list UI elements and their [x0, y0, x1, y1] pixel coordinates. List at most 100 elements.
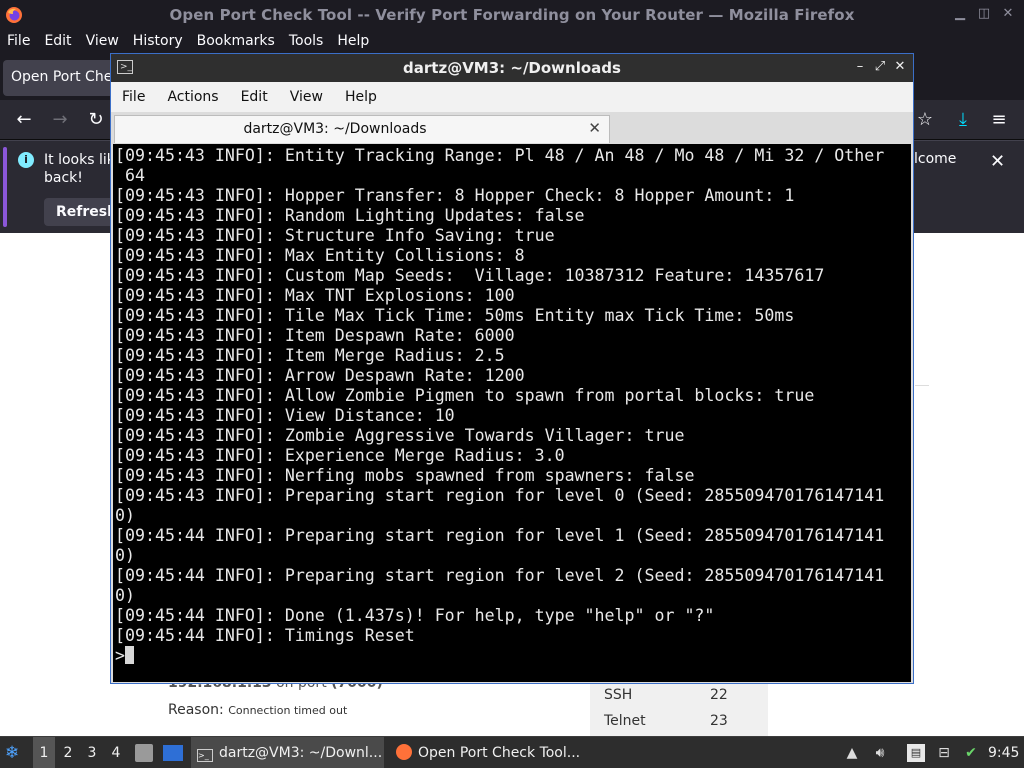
prompt: >	[115, 646, 125, 665]
menu-view[interactable]: View	[86, 33, 119, 49]
terminal-output[interactable]: [09:45:43 INFO]: Entity Tracking Range: …	[113, 144, 911, 682]
workspace-4[interactable]: 4	[105, 737, 127, 768]
terminal-line: 64	[115, 166, 145, 185]
terminal-line: [09:45:43 INFO]: Entity Tracking Range: …	[115, 146, 885, 165]
notice-text: It looks lik back!	[44, 151, 119, 187]
window-title: Open Port Check Tool -- Verify Port Forw…	[169, 6, 855, 24]
terminal-line: [09:45:43 INFO]: Structure Info Saving: …	[115, 226, 555, 245]
terminal-line: [09:45:43 INFO]: Item Merge Radius: 2.5	[115, 346, 505, 365]
task-firefox-label: Open Port Check Tool...	[418, 745, 581, 761]
terminal-tabbar: dartz@VM3: ~/Downloads ✕	[111, 112, 913, 144]
terminal-menubar: File Actions Edit View Help	[111, 82, 913, 112]
menu-actions[interactable]: Actions	[167, 89, 218, 105]
downloads-icon[interactable]: ⤓	[953, 110, 973, 130]
terminal-line: 0)	[115, 546, 135, 565]
result-reason: Reason: Connection timed out	[168, 702, 347, 718]
terminal-line: [09:45:43 INFO]: Experience Merge Radius…	[115, 446, 565, 465]
volume-icon[interactable]: 🔊︎	[871, 744, 889, 762]
prompt-line[interactable]: >	[115, 646, 911, 666]
terminal-line: [09:45:44 INFO]: Timings Reset	[115, 626, 415, 645]
firefox-icon	[396, 744, 412, 760]
trash-icon[interactable]: ▲	[843, 744, 861, 762]
terminal-window-controls: – ⤢ ✕	[853, 59, 907, 74]
divider	[915, 385, 929, 386]
menu-file[interactable]: File	[7, 33, 30, 49]
reason-value: Connection timed out	[228, 704, 348, 717]
minimize-icon[interactable]: ▁	[952, 6, 968, 21]
port-name: SSH	[604, 687, 633, 703]
terminal-line: [09:45:44 INFO]: Preparing start region …	[115, 526, 885, 545]
menu-bookmarks[interactable]: Bookmarks	[197, 33, 275, 49]
terminal-line: [09:45:43 INFO]: Zombie Aggressive Towar…	[115, 426, 685, 445]
firefox-titlebar: Open Port Check Tool -- Verify Port Forw…	[0, 0, 1024, 30]
menu-edit[interactable]: Edit	[241, 89, 268, 105]
workspace-1[interactable]: 1	[33, 737, 55, 768]
firefox-menubar: File Edit View History Bookmarks Tools H…	[0, 30, 1024, 52]
menu-help[interactable]: Help	[337, 33, 369, 49]
terminal-line: [09:45:44 INFO]: Preparing start region …	[115, 566, 885, 585]
task-firefox[interactable]: Open Port Check Tool...	[392, 737, 592, 768]
cursor	[125, 646, 134, 664]
terminal-line: [09:45:43 INFO]: Hopper Transfer: 8 Hopp…	[115, 186, 795, 205]
terminal-line: [09:45:43 INFO]: Custom Map Seeds: Villa…	[115, 266, 825, 285]
terminal-line: [09:45:43 INFO]: Item Despawn Rate: 6000	[115, 326, 515, 345]
maximize-icon[interactable]: ⤢	[873, 59, 887, 74]
menu-edit[interactable]: Edit	[44, 33, 71, 49]
terminal-line: [09:45:43 INFO]: Random Lighting Updates…	[115, 206, 585, 225]
menu-help[interactable]: Help	[345, 89, 377, 105]
clipboard-icon[interactable]: ▤	[907, 744, 925, 762]
workspace-2[interactable]: 2	[57, 737, 79, 768]
start-menu-icon[interactable]: ❄	[5, 737, 27, 768]
app-menu-icon[interactable]: ≡	[989, 110, 1009, 130]
taskbar: ❄ 1 2 3 4 >_ dartz@VM3: ~/Downl... Open P…	[0, 736, 1024, 768]
task-terminal[interactable]: >_ dartz@VM3: ~/Downl...	[191, 737, 384, 768]
reload-icon[interactable]: ↻	[86, 110, 106, 130]
menu-file[interactable]: File	[122, 89, 145, 105]
terminal-line: [09:45:43 INFO]: Max Entity Collisions: …	[115, 246, 525, 265]
terminal-line: 0)	[115, 586, 135, 605]
refresh-button[interactable]: Refresh	[44, 198, 119, 226]
menu-history[interactable]: History	[133, 33, 183, 49]
terminal-tab[interactable]: dartz@VM3: ~/Downloads ✕	[114, 115, 610, 143]
terminal-line: [09:45:43 INFO]: Tile Max Tick Time: 50m…	[115, 306, 795, 325]
port-name: Telnet	[604, 713, 646, 729]
clock[interactable]: 9:45	[988, 737, 1022, 768]
maximize-icon[interactable]: ◫	[976, 6, 992, 21]
terminal-line: [09:45:43 INFO]: View Distance: 10	[115, 406, 455, 425]
terminal-line: 0)	[115, 506, 135, 525]
common-ports-table: SSH 22 Telnet 23	[590, 683, 768, 736]
terminal-lines: [09:45:43 INFO]: Entity Tracking Range: …	[115, 146, 911, 646]
workspace-3[interactable]: 3	[81, 737, 103, 768]
terminal-line: [09:45:43 INFO]: Preparing start region …	[115, 486, 885, 505]
firefox-window-controls: ▁ ◫ ✕	[952, 6, 1016, 21]
minimize-icon[interactable]: –	[853, 59, 867, 74]
terminal-line: [09:45:43 INFO]: Nerfing mobs spawned fr…	[115, 466, 695, 485]
close-icon[interactable]: ✕	[893, 59, 907, 74]
close-icon[interactable]: ✕	[990, 151, 1005, 172]
terminal-line: [09:45:44 INFO]: Done (1.437s)! For help…	[115, 606, 715, 625]
terminal-line: [09:45:43 INFO]: Allow Zombie Pigmen to …	[115, 386, 815, 405]
terminal-titlebar[interactable]: >_ dartz@VM3: ~/Downloads – ⤢ ✕	[111, 54, 913, 82]
menu-tools[interactable]: Tools	[289, 33, 324, 49]
file-manager-icon[interactable]	[135, 744, 153, 762]
notice-text-line1: It looks lik	[44, 152, 115, 168]
tab-close-icon[interactable]: ✕	[588, 119, 601, 137]
terminal-title: dartz@VM3: ~/Downloads	[403, 59, 621, 77]
bookmark-star-icon[interactable]: ☆	[915, 110, 935, 130]
terminal-tab-label: dartz@VM3: ~/Downloads	[243, 121, 427, 137]
menu-view[interactable]: View	[290, 89, 323, 105]
notice-text-line2: back!	[44, 170, 83, 186]
info-icon: i	[18, 152, 34, 168]
forward-icon[interactable]: →	[50, 110, 70, 130]
network-icon[interactable]: ⊟	[935, 744, 953, 762]
update-notifier-icon[interactable]: ✔	[962, 744, 980, 762]
terminal-line: [09:45:43 INFO]: Arrow Despawn Rate: 120…	[115, 366, 525, 385]
notice-accent	[3, 147, 7, 227]
port-number: 23	[710, 713, 728, 729]
desktop-icon[interactable]	[163, 745, 183, 761]
back-icon[interactable]: ←	[14, 110, 34, 130]
terminal-line: [09:45:43 INFO]: Max TNT Explosions: 100	[115, 286, 515, 305]
close-icon[interactable]: ✕	[1000, 6, 1016, 21]
port-number: 22	[710, 687, 728, 703]
terminal-icon: >_	[197, 749, 213, 762]
